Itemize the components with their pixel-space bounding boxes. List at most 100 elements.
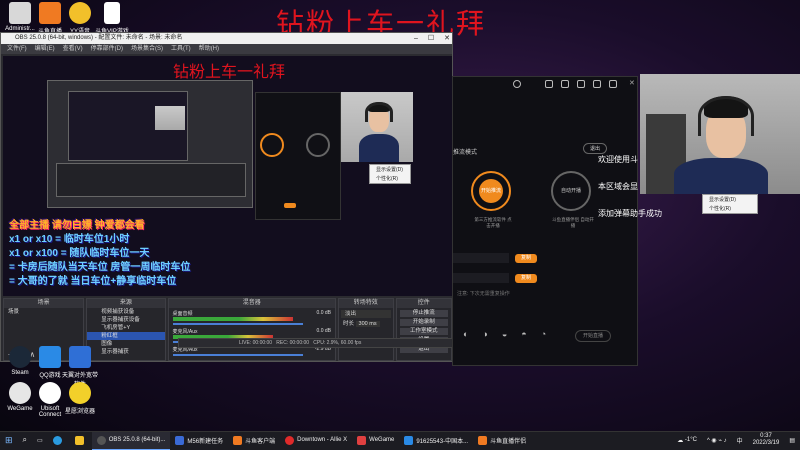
explorer-button[interactable] [70, 432, 92, 450]
clock[interactable]: 0:37 2022/3/19 [748, 432, 785, 450]
obs-window[interactable]: OBS 25.0.8 (64-bit, windows) - 配置文件: 未命名… [0, 32, 453, 362]
menu-docks[interactable]: 停靠部件(D) [91, 44, 123, 54]
overlay-caption-3: x1 or x100 = 随队临时车位一天 [9, 248, 150, 259]
cpu-usage: CPU: 2.9%, 60.00 fps [313, 340, 362, 346]
task-view-button[interactable]: ▭ [32, 432, 48, 450]
overlay-caption-5: = 大哥的了就 当日车位+静享临时车位 [9, 276, 177, 287]
duration-input[interactable]: 300 ms [355, 321, 380, 327]
folder-icon [74, 435, 84, 445]
exit-mode-button[interactable]: 退出 [583, 143, 607, 154]
notification-icon[interactable]: ▤ [784, 432, 800, 450]
taskbar-app-douyu[interactable]: 斗鱼客户端 [228, 432, 280, 450]
danmaku-success-text: 添加弹幕助手成功 [598, 209, 662, 218]
tray-icons[interactable]: ^ ◉ ⌁ ♪ [702, 432, 732, 450]
source-item[interactable]: 飞机房管+Y [87, 324, 164, 332]
taskbar-app-task[interactable]: M56新建任务 [170, 432, 228, 450]
source-item[interactable]: 视频捕获设备 [87, 308, 164, 316]
auto-stream-circle[interactable]: 自动开播 [551, 171, 591, 211]
start-button[interactable]: ⊞ [0, 432, 18, 450]
douyu-icon [39, 2, 61, 24]
stream-key-field[interactable] [453, 273, 509, 283]
transition-select[interactable]: 淡出 [341, 310, 391, 318]
steam-icon [9, 346, 31, 368]
mode-desc-right: 斗鱼直播伴侣 自动开播 [552, 217, 594, 228]
taskbar-app-wegame[interactable]: WeGame [352, 432, 399, 450]
server-address-field[interactable] [453, 253, 509, 263]
mixer-track-label: 麦克风/Aux [172, 329, 198, 335]
maximize-icon[interactable]: ☐ [428, 33, 434, 44]
search-icon: ⌕ [22, 435, 28, 444]
qq-icon [404, 435, 414, 445]
welcome-text: 欢迎使用斗 [598, 155, 638, 164]
start-live-button[interactable]: 开始直播 [575, 330, 611, 342]
overlay-caption-2: x1 or x10 = 临时车位1小时 [9, 234, 130, 245]
taskbar: ⊞ ⌕ ▭ OBS 25.0.8 (64-bit)... M56新建任务 斗鱼客… [0, 431, 800, 450]
copy-server-button[interactable]: 复制 [515, 254, 537, 263]
menu-file[interactable]: 文件(F) [7, 44, 27, 54]
menu-edit[interactable]: 编辑(E) [35, 44, 55, 54]
copy-key-button[interactable]: 复制 [515, 274, 537, 283]
mode-label: 推流模式 [453, 150, 478, 156]
taskbar-app-obs[interactable]: OBS 25.0.8 (64-bit)... [91, 431, 171, 450]
nested-docks [56, 163, 246, 197]
start-stream-circle[interactable]: 开始推流 [471, 171, 511, 211]
studio-mode-button[interactable]: 工作室模式 [399, 328, 448, 335]
share-icon[interactable] [609, 80, 617, 88]
headset-icon [698, 96, 754, 136]
stop-streaming-button[interactable]: 停止推流 [399, 310, 448, 317]
ubisoft-icon [39, 382, 61, 404]
volume-slider[interactable] [172, 323, 303, 325]
nested-webcam [155, 106, 185, 130]
nested-assistant [255, 92, 341, 220]
gift-icon[interactable] [561, 80, 569, 88]
weather-widget[interactable]: ☁ -1°C [672, 432, 702, 450]
taskbar-app-assistant[interactable]: 斗鱼直播伴侣 [473, 432, 531, 450]
avatar[interactable] [513, 80, 521, 88]
ime-indicator[interactable]: 中 [732, 432, 748, 450]
shop-icon[interactable] [577, 80, 585, 88]
preview-webcam [341, 92, 413, 162]
display-settings-item[interactable]: 显示设置(D) [703, 195, 757, 204]
edge-button[interactable] [48, 432, 70, 450]
menu-view[interactable]: 查看(V) [63, 44, 83, 54]
close-icon[interactable]: ✕ [629, 79, 635, 87]
scene-item[interactable]: 场景 [4, 308, 83, 316]
source-item[interactable]: 显示器捕获设备 [87, 316, 164, 324]
menu-help[interactable]: 帮助(H) [199, 44, 219, 54]
windows-icon: ⊞ [5, 434, 13, 445]
obs-title: OBS 25.0.8 (64-bit, windows) - 配置文件: 未命名… [15, 35, 183, 41]
sources-header: 来源 [87, 299, 165, 308]
bell-icon[interactable] [593, 80, 601, 88]
minimize-icon[interactable]: – [414, 33, 418, 44]
mixer-track-db: 0.0 dB [316, 310, 331, 316]
duration-label: 时长 [343, 321, 355, 327]
obs-preview-canvas[interactable]: 钻粉上车一礼拜 显示设置(D) 个性化(R) 全部主播 请勿白嫖 钟爱都会看 x… [3, 56, 452, 296]
task-app-icon [175, 435, 185, 445]
home-icon[interactable] [545, 80, 553, 88]
user-folder-icon [9, 2, 31, 24]
start-recording-button[interactable]: 开始录制 [399, 319, 448, 326]
douyu-assistant-window[interactable]: ✕ 推流模式 退出 开始推流 自动开播 第三方推流软件 点击开播 斗鱼直播伴侣 … [452, 76, 638, 366]
obs-icon [96, 435, 106, 445]
menu-tools[interactable]: 工具(T) [171, 44, 191, 54]
transitions-header: 转场特效 [339, 299, 393, 308]
desktop-icon-browser[interactable]: 星愿浏览器 [60, 382, 100, 415]
obs-titlebar[interactable]: OBS 25.0.8 (64-bit, windows) - 配置文件: 未命名… [1, 33, 452, 44]
taskbar-app-music[interactable]: Downtown - Allie X [280, 432, 352, 450]
assistant-toolbar[interactable]: ◐◑◒◓◔ [463, 329, 560, 339]
clock-time: 0:37 [760, 433, 772, 439]
volume-slider[interactable] [172, 354, 303, 356]
task-view-icon: ▭ [37, 437, 43, 444]
desktop-icon-vip-game[interactable]: 斗鱼VIP游戏 [92, 2, 132, 35]
close-icon[interactable]: ✕ [444, 33, 450, 44]
star-browser-icon [69, 382, 91, 404]
menu-scene-collection[interactable]: 场景集合(S) [131, 44, 163, 54]
taskbar-app-qq[interactable]: 91625543-中国本... [399, 432, 473, 450]
controls-header: 控件 [396, 299, 451, 308]
transitions-dock: 转场特效 淡出 时长 300 ms [338, 298, 394, 361]
music-icon [285, 435, 295, 445]
source-item-selected[interactable]: 粉红框 [87, 332, 165, 340]
search-button[interactable]: ⌕ [18, 432, 32, 450]
mixer-track-label: 桌面音频 [172, 311, 193, 317]
personalize-item[interactable]: 个性化(R) [703, 204, 757, 213]
